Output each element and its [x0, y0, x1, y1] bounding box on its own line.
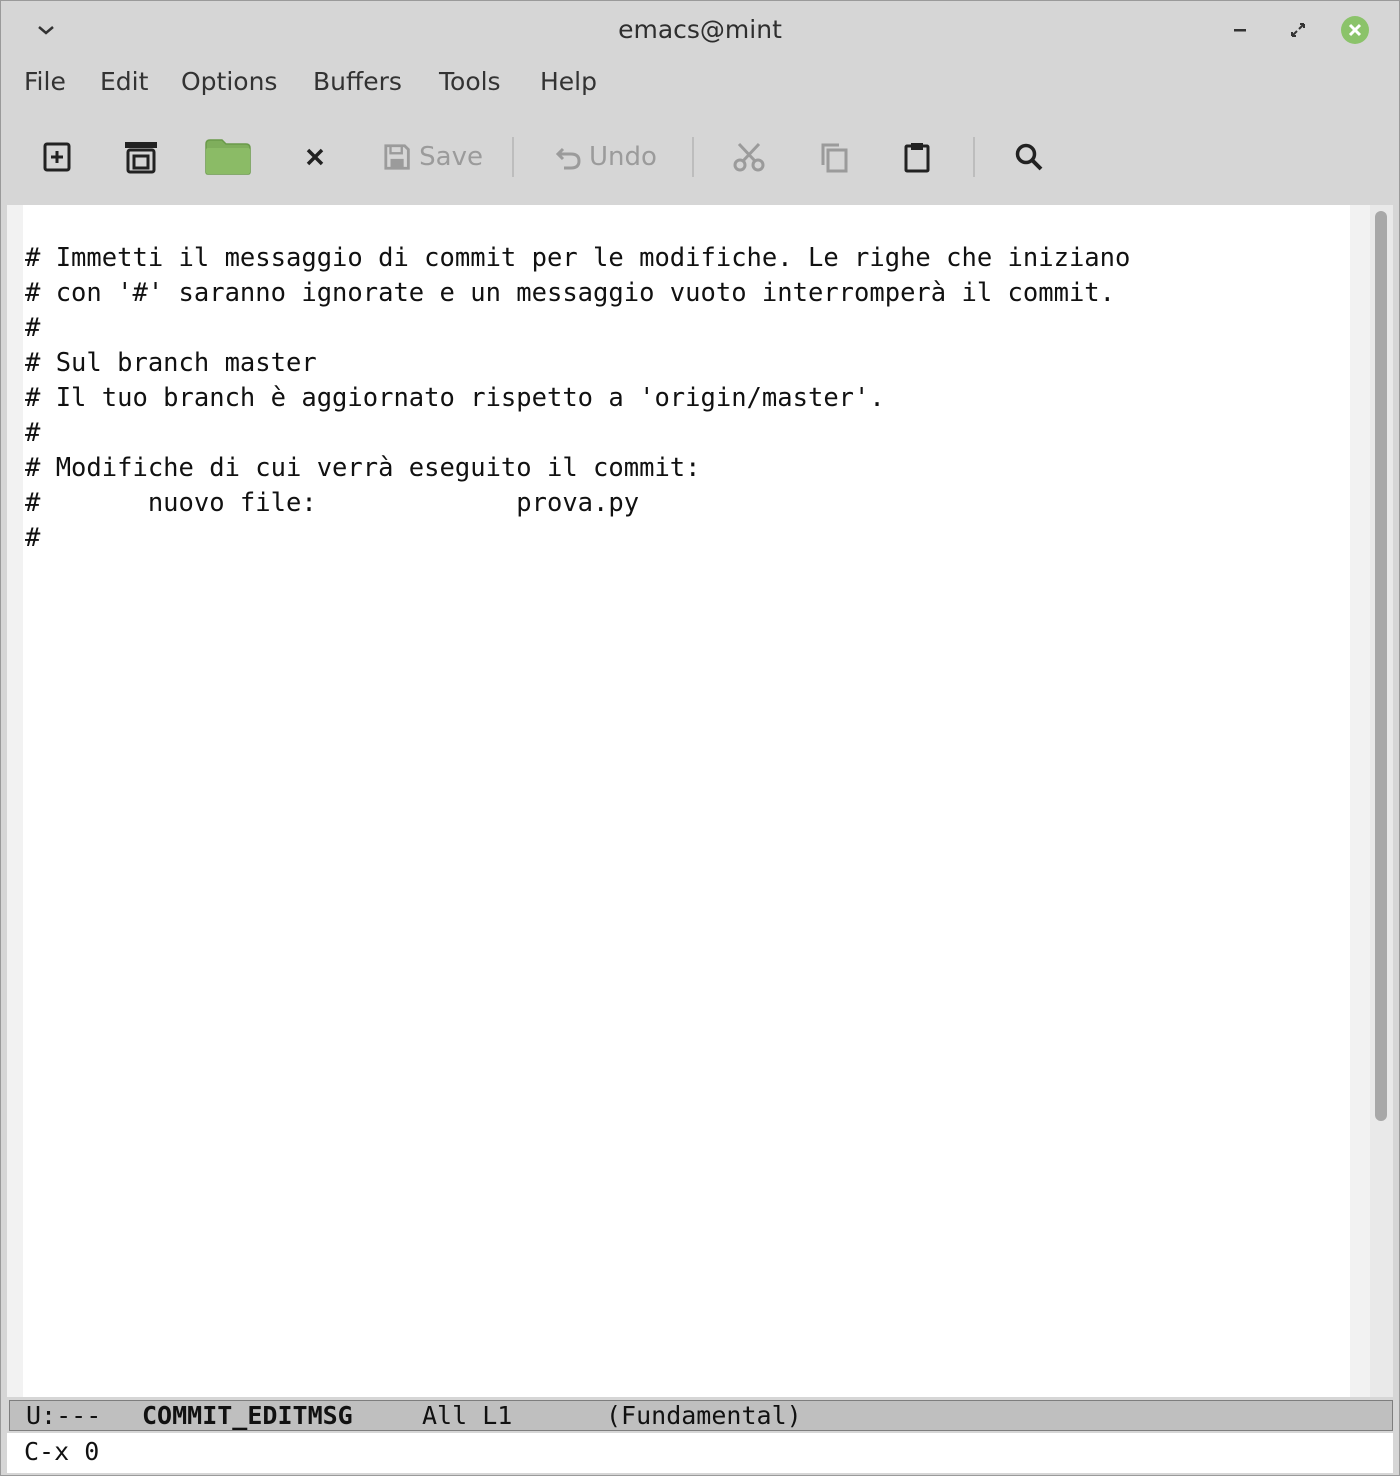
kill-buffer-button[interactable]	[301, 133, 329, 181]
editor-area[interactable]: # Immetti il messaggio di commit per le …	[7, 205, 1393, 1397]
save-button[interactable]: Save	[383, 133, 483, 181]
modeline-position: All L1	[422, 1401, 513, 1430]
buffer-line: # Modifiche di cui verrà eseguito il com…	[25, 453, 701, 483]
close-window-icon[interactable]	[1340, 15, 1370, 45]
right-fringe	[1350, 205, 1370, 1397]
menu-options[interactable]: Options	[181, 67, 277, 96]
folder-icon	[205, 139, 251, 175]
buffer-line: #	[25, 523, 41, 553]
title-bar[interactable]: emacs@mint	[1, 1, 1399, 59]
undo-button[interactable]: Undo	[555, 133, 661, 181]
save-icon	[384, 144, 410, 170]
buffer-text[interactable]: # Immetti il messaggio di commit per le …	[25, 241, 1130, 556]
close-icon	[306, 148, 324, 166]
buffer-line: # nuovo file: prova.py	[25, 488, 640, 518]
undo-icon	[555, 147, 581, 170]
search-button[interactable]	[1012, 133, 1046, 181]
menu-buffers[interactable]: Buffers	[313, 67, 402, 96]
menu-bar: File Edit Options Buffers Tools Help	[1, 61, 1399, 107]
new-window-button[interactable]	[122, 133, 160, 181]
echo-text: C-x 0	[24, 1437, 100, 1466]
new-file-icon	[43, 142, 71, 172]
menu-edit[interactable]: Edit	[100, 67, 148, 96]
new-file-button[interactable]	[39, 133, 75, 181]
paste-icon	[904, 143, 930, 173]
menu-tools[interactable]: Tools	[439, 67, 501, 96]
undo-label: Undo	[589, 142, 657, 172]
open-window-icon	[125, 142, 157, 174]
modeline-buffer-name[interactable]: COMMIT_EDITMSG	[142, 1401, 353, 1430]
paste-button[interactable]	[900, 133, 934, 181]
copy-icon	[821, 143, 848, 173]
buffer-line: # Il tuo branch è aggiornato rispetto a …	[25, 383, 885, 413]
restore-icon[interactable]	[1283, 15, 1313, 45]
menu-file[interactable]: File	[24, 67, 66, 96]
echo-area[interactable]: C-x 0	[7, 1433, 1393, 1473]
window-title: emacs@mint	[618, 15, 782, 44]
toolbar-separator	[512, 137, 514, 177]
scrollbar-thumb[interactable]	[1375, 211, 1387, 1121]
search-icon	[1015, 143, 1043, 171]
copy-button[interactable]	[817, 133, 851, 181]
cut-icon	[733, 142, 765, 172]
modeline-major-mode[interactable]: (Fundamental)	[606, 1401, 802, 1430]
minimize-icon[interactable]	[1225, 15, 1255, 45]
toolbar-separator	[973, 137, 975, 177]
buffer-line: #	[25, 418, 41, 448]
modeline-status: U:---	[26, 1401, 102, 1430]
menu-help[interactable]: Help	[540, 67, 597, 96]
tool-bar: Save Undo	[1, 119, 1399, 193]
open-directory-button[interactable]	[203, 133, 253, 181]
vertical-scrollbar[interactable]	[1370, 205, 1393, 1397]
emacs-window: emacs@mint File Edit Options Buffers Too…	[0, 0, 1400, 1476]
buffer-line: # Sul branch master	[25, 348, 317, 378]
mode-line[interactable]: U:--- COMMIT_EDITMSG All L1 (Fundamental…	[9, 1400, 1393, 1431]
cut-button[interactable]	[732, 133, 766, 181]
save-label: Save	[419, 142, 483, 172]
buffer-line: #	[25, 313, 41, 343]
buffer-line: # con '#' saranno ignorate e un messaggi…	[25, 278, 1116, 308]
toolbar-separator	[692, 137, 694, 177]
left-fringe	[7, 205, 23, 1397]
buffer-line: # Immetti il messaggio di commit per le …	[25, 243, 1131, 273]
